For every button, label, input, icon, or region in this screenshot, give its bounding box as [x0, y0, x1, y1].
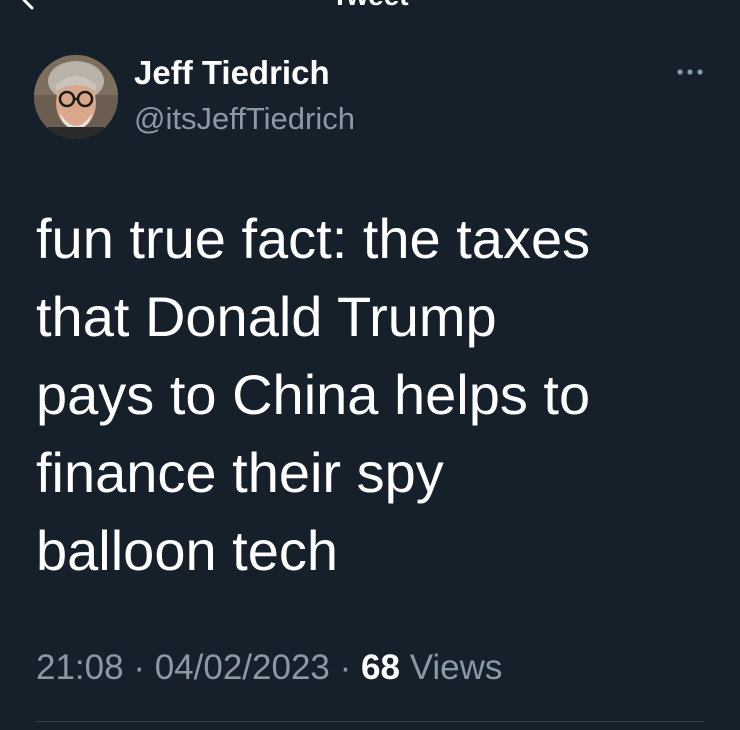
more-horizontal-icon[interactable]: [672, 60, 708, 84]
views-count[interactable]: 68: [361, 648, 400, 687]
tweet-text: fun true fact: the taxes that Donald Tru…: [36, 200, 716, 590]
meta-separator: ·: [339, 648, 352, 687]
author-handle[interactable]: @itsJeffTiedrich: [134, 100, 355, 138]
author-name[interactable]: Jeff Tiedrich: [134, 54, 330, 92]
avatar-image: [34, 55, 118, 139]
tweet-meta: 21:08 · 04/02/2023 · 68 Views: [36, 646, 502, 690]
tweet-date[interactable]: 04/02/2023: [155, 648, 330, 687]
avatar[interactable]: [34, 55, 118, 139]
tweet-text-line: pays to China helps to: [36, 363, 591, 426]
tweet-time[interactable]: 21:08: [36, 648, 124, 687]
tweet-text-line: finance their spy: [36, 441, 444, 504]
tweet-text-line: balloon tech: [36, 519, 339, 582]
tweet-text-line: that Donald Trump: [36, 285, 497, 348]
divider: [36, 721, 704, 722]
tweet-text-line: fun true fact: the taxes: [36, 207, 591, 270]
page-title: Tweet: [0, 0, 740, 10]
views-label[interactable]: Views: [410, 648, 503, 687]
top-navigation-bar: Tweet: [0, 0, 740, 14]
meta-separator: ·: [133, 648, 145, 687]
